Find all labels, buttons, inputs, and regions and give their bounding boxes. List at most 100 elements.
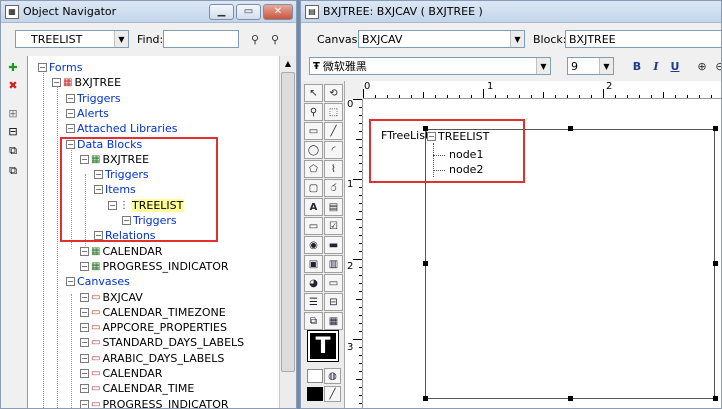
tree-node-row[interactable]: − ▭ CALENDAR_TIMEZONE [80, 305, 226, 320]
checkbox-tool-icon[interactable]: ☑ [324, 217, 343, 235]
editor-titlebar[interactable]: ▤ BXJTREE: BXJCAV ( BXJTREE ) [301, 1, 721, 23]
bold-button[interactable]: B [628, 57, 646, 75]
resize-handle[interactable] [423, 261, 428, 266]
expand-collapse-icon[interactable]: − [80, 292, 89, 302]
expand-collapse-icon[interactable]: − [80, 338, 89, 348]
expand-collapse-icon[interactable]: − [38, 63, 47, 72]
freehand-tool-icon[interactable]: ර [324, 179, 343, 197]
tree-node-row[interactable]: − Canvases [66, 274, 130, 289]
expand-collapse-icon[interactable]: − [80, 307, 89, 317]
minimize-button[interactable]: ▁ [209, 3, 234, 20]
delete-icon[interactable]: ✖ [5, 77, 21, 93]
resize-handle[interactable] [713, 126, 718, 131]
tree-node-row[interactable]: − ▭ CALENDAR_TIME [80, 381, 194, 396]
tree-node-row[interactable]: − ▭ BXJCAV [80, 290, 143, 305]
text-style-icon[interactable]: T [307, 330, 339, 362]
find-next-icon[interactable]: ⚲ [266, 30, 284, 48]
navigator-object-select[interactable]: TREELIST ▼ [15, 30, 129, 48]
create-icon[interactable]: ✚ [5, 59, 21, 75]
expand-collapse-icon[interactable]: − [80, 261, 89, 271]
expand-collapse-icon[interactable]: − [66, 108, 75, 118]
line-color-swatch[interactable] [307, 387, 323, 401]
resize-handle[interactable] [713, 396, 718, 401]
polyline-tool-icon[interactable]: ⌇ [324, 160, 343, 178]
tree-node-row[interactable]: − ▭ ARABIC_DAYS_LABELS [80, 351, 224, 366]
tree-node-row[interactable]: − ▦ BXJTREE [52, 75, 121, 90]
tree-node-row[interactable]: − ▦ CALENDAR [80, 244, 162, 259]
reshape-tool-icon[interactable]: ⬚ [324, 103, 343, 121]
resize-handle[interactable] [568, 396, 573, 401]
tree-node-row[interactable]: − Forms [38, 60, 82, 75]
block-select[interactable]: BXJTREE [565, 30, 721, 48]
chevron-down-icon[interactable]: ▼ [536, 58, 550, 74]
text-tool-icon[interactable]: A [304, 198, 323, 216]
display-item-tool-icon[interactable]: ▭ [324, 274, 343, 292]
font-select[interactable]: Ŧ 微软雅黑 ▼ [309, 57, 551, 75]
scroll-up-icon[interactable]: ▲ [280, 56, 296, 72]
line-tool-icon[interactable]: ╱ [324, 122, 343, 140]
rectangle-tool-icon[interactable]: ▭ [304, 122, 323, 140]
button-tool-icon[interactable]: ▭ [304, 217, 323, 235]
navigator-titlebar[interactable]: ▦ Object Navigator ▁ ▭ ✕ [1, 1, 296, 23]
select-tool-icon[interactable]: ↖ [304, 84, 323, 102]
expand-collapse-icon[interactable]: − [80, 369, 89, 378]
chart-tool-icon[interactable]: ▥ [324, 255, 343, 273]
expand-collapse-icon[interactable]: − [66, 93, 75, 103]
image-tool-icon[interactable]: ▣ [304, 255, 323, 273]
zoom-out-icon[interactable]: ⊖ [711, 57, 721, 75]
resize-handle[interactable] [423, 396, 428, 401]
find-input[interactable] [163, 30, 239, 48]
chevron-down-icon[interactable]: ▼ [510, 31, 524, 47]
arc-tool-icon[interactable]: ◜ [324, 141, 343, 159]
close-button[interactable]: ✕ [263, 3, 293, 20]
underline-button[interactable]: U [666, 57, 684, 75]
bean-area-tool-icon[interactable]: ▦ [324, 312, 343, 330]
tree-node-row[interactable]: − ▭ STANDARD_DAYS_LABELS [80, 335, 244, 350]
tab-canvas-tool-icon[interactable]: ⊟ [324, 293, 343, 311]
expand-collapse-icon[interactable]: − [80, 353, 89, 363]
resize-handle[interactable] [568, 126, 573, 131]
rotate-tool-icon[interactable]: ⟲ [324, 84, 343, 102]
collapse-all-icon[interactable]: ⧉ [5, 163, 21, 179]
expand-collapse-icon[interactable]: − [66, 124, 75, 134]
expand-collapse-icon[interactable]: − [80, 323, 89, 333]
zoom-in-icon[interactable]: ⊕ [693, 57, 711, 75]
ellipse-tool-icon[interactable]: ◯ [304, 141, 323, 159]
line-color-icon[interactable]: ╱ [324, 386, 341, 402]
tree-node-row[interactable]: − Alerts [66, 106, 109, 121]
text-item-tool-icon[interactable]: ▬ [324, 236, 343, 254]
tree-node-row[interactable]: − ▭ APPCORE_PROPERTIES [80, 320, 227, 335]
fill-color-swatch[interactable] [307, 369, 323, 383]
expand-collapse-icon[interactable]: − [80, 399, 89, 408]
fill-color-icon[interactable]: ◍ [324, 368, 341, 384]
collapse-icon[interactable]: ⊟ [5, 123, 21, 139]
tree-node-row[interactable]: − ▭ PROGRESS_INDICATOR [80, 397, 229, 408]
tree-node-row[interactable]: − Triggers [66, 91, 121, 106]
tree-node-row[interactable]: − ▭ CALENDAR [80, 366, 162, 381]
italic-button[interactable]: I [647, 57, 665, 75]
list-item-tool-icon[interactable]: ☰ [304, 293, 323, 311]
expand-icon[interactable]: ⊞ [5, 105, 21, 121]
expand-collapse-icon[interactable]: − [80, 246, 89, 256]
navigator-scrollbar[interactable]: ▲ [279, 56, 296, 408]
expand-collapse-icon[interactable]: − [66, 277, 75, 287]
polygon-tool-icon[interactable]: ⬠ [304, 160, 323, 178]
magnify-tool-icon[interactable]: ⚲ [304, 103, 323, 121]
tree-node-row[interactable]: − ▦ PROGRESS_INDICATOR [80, 259, 229, 274]
radio-button-tool-icon[interactable]: ◉ [304, 236, 323, 254]
rounded-rect-tool-icon[interactable]: ▢ [304, 179, 323, 197]
frame-tool-icon[interactable]: ▤ [324, 198, 343, 216]
scroll-thumb[interactable] [281, 72, 295, 372]
canvas-select[interactable]: BXJCAV ▼ [358, 30, 525, 48]
find-prev-icon[interactable]: ⚲ [246, 30, 264, 48]
expand-collapse-icon[interactable]: − [52, 78, 61, 88]
chevron-down-icon[interactable]: ▼ [599, 58, 613, 74]
tree-node-row[interactable]: − Attached Libraries [66, 121, 177, 136]
ole-tool-icon[interactable]: ◕ [304, 274, 323, 292]
font-size-select[interactable]: 9 ▼ [567, 57, 614, 75]
expand-collapse-icon[interactable]: − [80, 384, 89, 394]
expand-all-icon[interactable]: ⧉ [5, 143, 21, 159]
maximize-button[interactable]: ▭ [236, 3, 261, 20]
stacked-canvas-tool-icon[interactable]: ⧉ [304, 312, 323, 330]
chevron-down-icon[interactable]: ▼ [114, 31, 128, 47]
